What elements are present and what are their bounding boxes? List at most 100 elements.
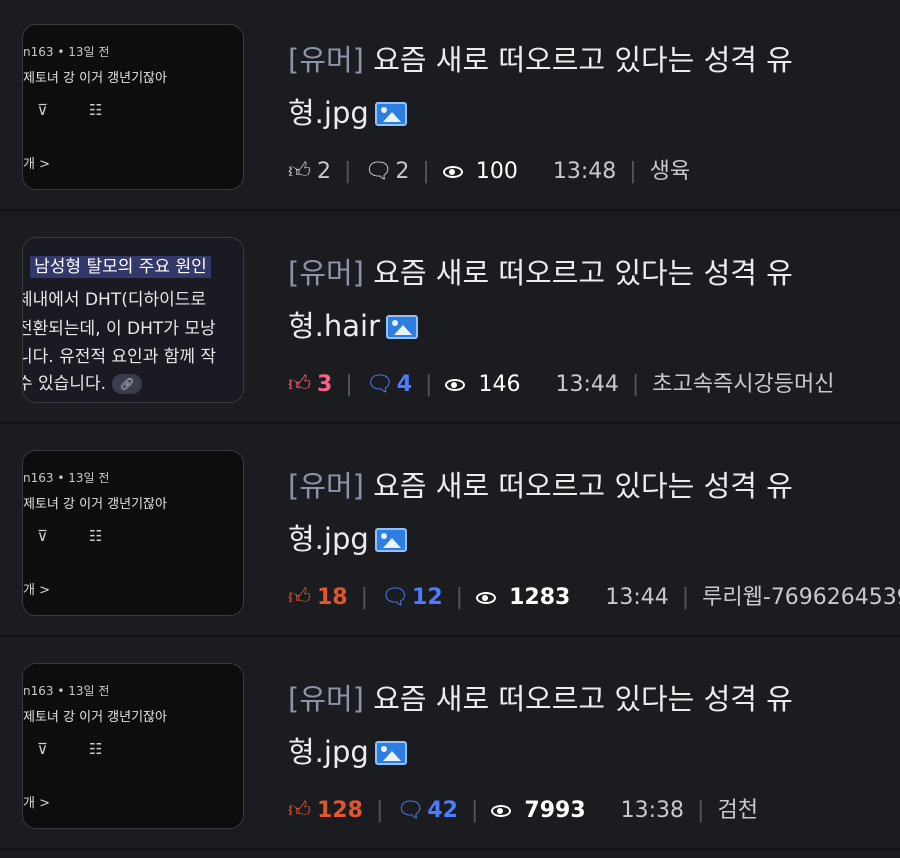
post-author[interactable]: 검천 — [717, 798, 757, 823]
eye-icon — [491, 805, 512, 817]
thumbnail-text: 전환되는데, 이 DHT가 모낭 — [22, 319, 216, 339]
post-content: [유머] 요즘 새로 떠오르고 있다는 성격 유형.jpg 👍︎ 2 | 🗨︎ … — [288, 34, 868, 187]
thumbnail-more: 개 > — [23, 157, 50, 172]
image-icon — [374, 741, 407, 765]
thumbnail-icons: ⊽ ☷ — [37, 740, 157, 762]
post-item[interactable]: n163 • 13일 전 제토녀 강 이거 갱년기잖아 ⊽ ☷ 개 > [유머]… — [0, 639, 900, 850]
post-title-text: 요즘 새로 떠오르고 있다는 성격 유형.jpg — [288, 469, 793, 556]
post-title[interactable]: [유머] 요즘 새로 떠오르고 있다는 성격 유형.jpg — [288, 34, 868, 140]
thumbnail-text: 니다. 유전적 요인과 함께 작 — [22, 347, 217, 367]
image-icon — [374, 102, 407, 126]
post-item[interactable]: n163 • 13일 전 제토녀 강 이거 갱년기잖아 ⊽ ☷ 개 > [유머]… — [0, 0, 900, 211]
post-title-text: 요즘 새로 떠오르고 있다는 성격 유형.jpg — [288, 682, 793, 769]
view-count: 7993 — [524, 798, 586, 823]
comment-count: 12 — [412, 585, 443, 610]
post-content: [유머] 요즘 새로 떠오르고 있다는 성격 유형.hair 👍︎ 3 | 🗨︎… — [288, 247, 868, 400]
comment-icon: 🗨︎ — [381, 585, 409, 610]
thumbnail-text: : 남성형 탈모의 주요 원인 — [23, 252, 211, 278]
dislike-icon: ⊽ — [37, 101, 48, 119]
dislike-icon: ⊽ — [37, 527, 48, 545]
post-time: 13:38 — [620, 798, 685, 823]
post-meta: 👍︎ 128 | 🗨︎ 42 | 7993 13:38 | 검천 — [288, 796, 868, 826]
view-count: 1283 — [509, 585, 571, 610]
eye-icon — [476, 592, 497, 604]
thumbs-up-icon: 👍︎ — [288, 372, 311, 397]
thumbnail-text: 제토녀 강 이거 갱년기잖아 — [23, 71, 167, 86]
post-author[interactable]: 초고속즉시강등머신 — [652, 372, 834, 397]
post-thumbnail[interactable]: : 남성형 탈모의 주요 원인 체내에서 DHT(디하이드로 전환되는데, 이 … — [22, 237, 244, 403]
post-title-text: 요즘 새로 떠오르고 있다는 성격 유형.hair — [288, 256, 793, 343]
post-meta: 👍︎ 18 | 🗨︎ 12 | 1283 13:44 | 루리웹-7696264… — [288, 583, 900, 613]
divider: | — [344, 159, 352, 184]
comment-count: 2 — [395, 159, 410, 184]
thumbnail-icons: ⊽ ☷ — [37, 527, 157, 549]
thumbnail-more: 개 > — [23, 796, 50, 811]
divider: | — [360, 585, 369, 610]
post-category: [유머] — [288, 682, 364, 716]
like-count: 2 — [317, 159, 331, 184]
post-author[interactable]: 생육 — [650, 159, 690, 184]
thumbnail-text: 체내에서 DHT(디하이드로 — [22, 290, 207, 310]
like-count: 18 — [317, 585, 348, 610]
thumbs-up-icon: 👍︎ — [288, 585, 311, 610]
thumbnail-meta: n163 • 13일 전 — [23, 684, 110, 698]
post-thumbnail[interactable]: n163 • 13일 전 제토녀 강 이거 갱년기잖아 ⊽ ☷ 개 > — [22, 663, 244, 829]
comment-icon: 🗨︎ — [396, 798, 425, 823]
post-title[interactable]: [유머] 요즘 새로 떠오르고 있다는 성격 유형.hair — [288, 247, 868, 353]
dislike-icon: ⊽ — [37, 740, 48, 758]
thumbnail-more: 개 > — [23, 583, 50, 598]
post-time: 13:44 — [605, 585, 669, 610]
post-meta: 👍︎ 2 | 🗨︎ 2 | 100 13:48 | 생육 — [288, 157, 868, 187]
post-meta: 👍︎ 3 | 🗨︎ 4 | 146 13:44 | 초고속즉시강등머신 — [288, 370, 868, 400]
post-feed: n163 • 13일 전 제토녀 강 이거 갱년기잖아 ⊽ ☷ 개 > [유머]… — [0, 0, 900, 858]
divider: | — [697, 798, 705, 823]
eye-icon — [442, 166, 463, 178]
post-title[interactable]: [유머] 요즘 새로 떠오르고 있다는 성격 유형.jpg — [288, 673, 868, 779]
thumbnail-text: 수 있습니다. 🔗︎ — [23, 369, 143, 394]
comment-icon: 🗨︎ — [364, 159, 393, 184]
eye-icon — [445, 379, 466, 391]
report-icon: ☷ — [89, 740, 103, 758]
comment-icon: 🗨︎ — [365, 372, 394, 397]
divider: | — [470, 798, 479, 823]
comment-count: 42 — [427, 798, 458, 823]
report-icon: ☷ — [89, 101, 103, 119]
divider: | — [681, 585, 690, 610]
view-count: 100 — [475, 159, 518, 184]
thumbnail-meta: n163 • 13일 전 — [23, 45, 110, 59]
view-count: 146 — [478, 372, 521, 397]
divider: | — [425, 372, 433, 397]
divider: | — [422, 159, 430, 184]
post-time: 13:48 — [552, 159, 617, 184]
post-item[interactable]: n163 • 13일 전 제토녀 강 이거 갱년기잖아 ⊽ ☷ 개 > [유머]… — [0, 426, 900, 637]
divider: | — [455, 585, 464, 610]
comment-count: 4 — [396, 372, 413, 397]
like-count: 3 — [317, 372, 333, 397]
like-count: 128 — [317, 798, 363, 823]
thumbnail-text: 제토녀 강 이거 갱년기잖아 — [23, 497, 167, 512]
link-icon: 🔗︎ — [112, 374, 143, 394]
post-title-text: 요즘 새로 떠오르고 있다는 성격 유형.jpg — [288, 43, 793, 130]
post-content: [유머] 요즘 새로 떠오르고 있다는 성격 유형.jpg 👍︎ 128 | 🗨… — [288, 673, 868, 826]
post-author[interactable]: 루리웹-7696264539 — [702, 585, 900, 610]
post-category: [유머] — [288, 43, 364, 77]
report-icon: ☷ — [89, 527, 103, 545]
divider: | — [375, 798, 384, 823]
divider: | — [345, 372, 353, 397]
divider: | — [631, 372, 640, 397]
divider: | — [629, 159, 637, 184]
post-title[interactable]: [유머] 요즘 새로 떠오르고 있다는 성격 유형.jpg — [288, 460, 868, 566]
thumbs-up-icon: 👍︎ — [288, 798, 311, 823]
post-item[interactable]: : 남성형 탈모의 주요 원인 체내에서 DHT(디하이드로 전환되는데, 이 … — [0, 213, 900, 424]
thumbnail-meta: n163 • 13일 전 — [23, 471, 110, 485]
post-category: [유머] — [288, 469, 364, 503]
post-time: 13:44 — [555, 372, 619, 397]
post-thumbnail[interactable]: n163 • 13일 전 제토녀 강 이거 갱년기잖아 ⊽ ☷ 개 > — [22, 24, 244, 190]
thumbs-up-icon: 👍︎ — [288, 159, 311, 184]
image-icon — [374, 528, 407, 552]
thumbnail-icons: ⊽ ☷ — [37, 101, 157, 123]
post-thumbnail[interactable]: n163 • 13일 전 제토녀 강 이거 갱년기잖아 ⊽ ☷ 개 > — [22, 450, 244, 616]
image-icon — [386, 315, 419, 339]
post-content: [유머] 요즘 새로 떠오르고 있다는 성격 유형.jpg 👍︎ 18 | 🗨︎… — [288, 460, 900, 613]
thumbnail-text: 제토녀 강 이거 갱년기잖아 — [23, 710, 167, 725]
